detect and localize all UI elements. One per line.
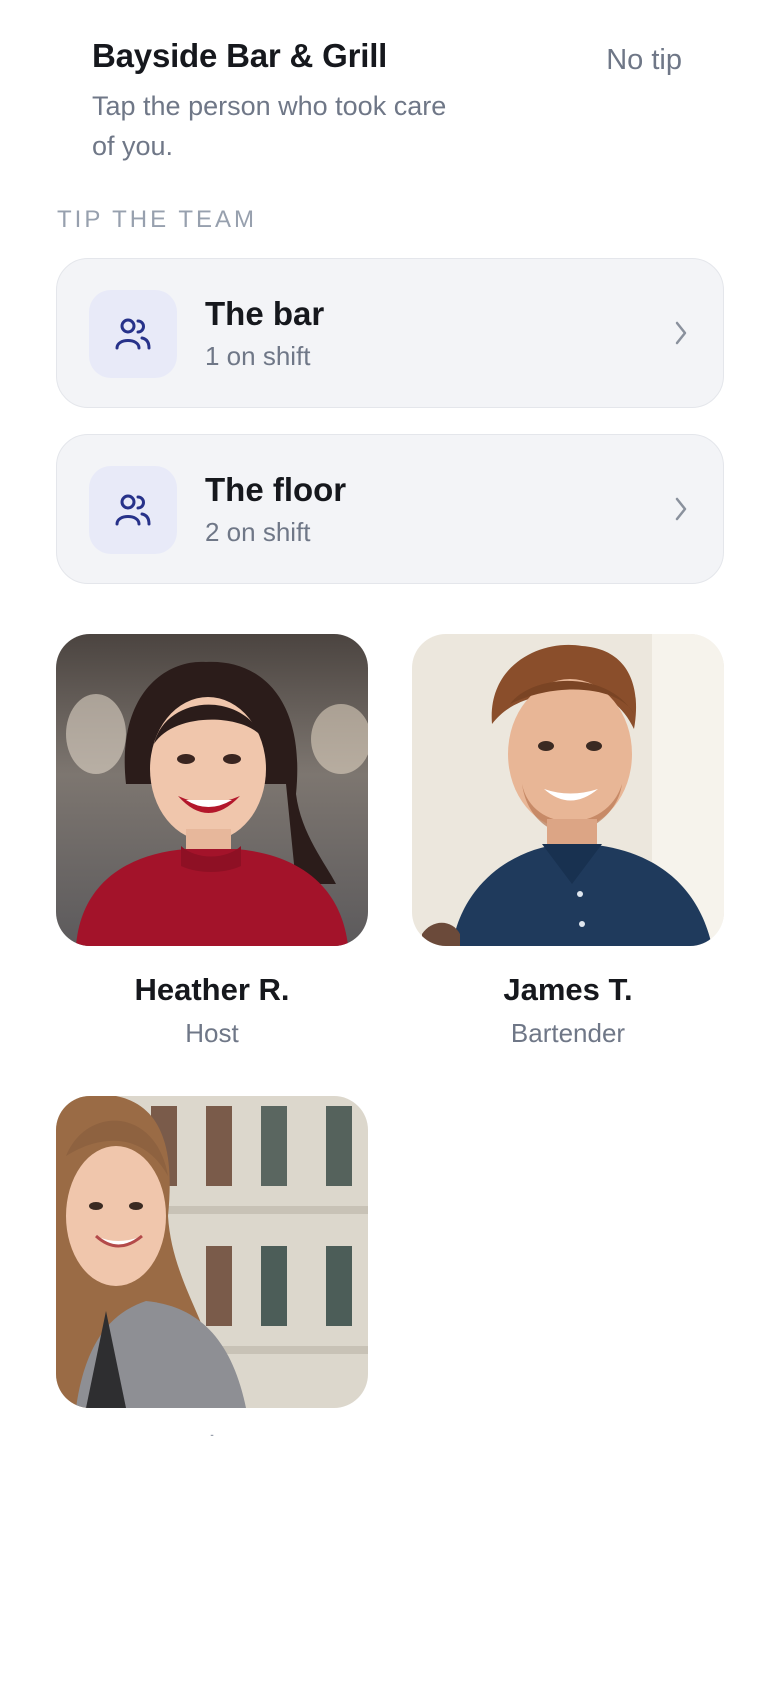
chevron-right-icon bbox=[671, 491, 691, 532]
staff-name: James T. bbox=[503, 972, 633, 1007]
staff-name: Heather R. bbox=[134, 972, 290, 1007]
team-title: The floor bbox=[205, 471, 347, 508]
staff-photo bbox=[56, 1096, 368, 1408]
staff-photo bbox=[412, 634, 724, 946]
team-shift-count: 1 on shift bbox=[205, 341, 311, 371]
team-shift-count: 2 on shift bbox=[205, 517, 311, 547]
chevron-right-icon bbox=[671, 315, 691, 356]
people-icon bbox=[89, 466, 177, 554]
team-title: The bar bbox=[205, 295, 325, 332]
no-tip-button[interactable]: No tip bbox=[606, 44, 682, 77]
subtitle: Tap the person who took care of you. bbox=[92, 91, 447, 161]
team-card-bar[interactable]: The bar 1 on shift bbox=[56, 258, 724, 408]
section-label: TIP THE TEAM bbox=[57, 206, 258, 233]
staff-card-3[interactable]: - bbox=[56, 1096, 368, 1441]
team-card-floor[interactable]: The floor 2 on shift bbox=[56, 434, 724, 584]
staff-photo bbox=[56, 634, 368, 946]
staff-card-james[interactable]: James T. Bartender bbox=[412, 634, 724, 1049]
staff-name: - bbox=[210, 1430, 214, 1441]
staff-role: Bartender bbox=[510, 1018, 626, 1048]
staff-card-heather[interactable]: Heather R. Host bbox=[56, 634, 368, 1049]
staff-role: Host bbox=[185, 1018, 239, 1048]
people-icon bbox=[89, 290, 177, 378]
